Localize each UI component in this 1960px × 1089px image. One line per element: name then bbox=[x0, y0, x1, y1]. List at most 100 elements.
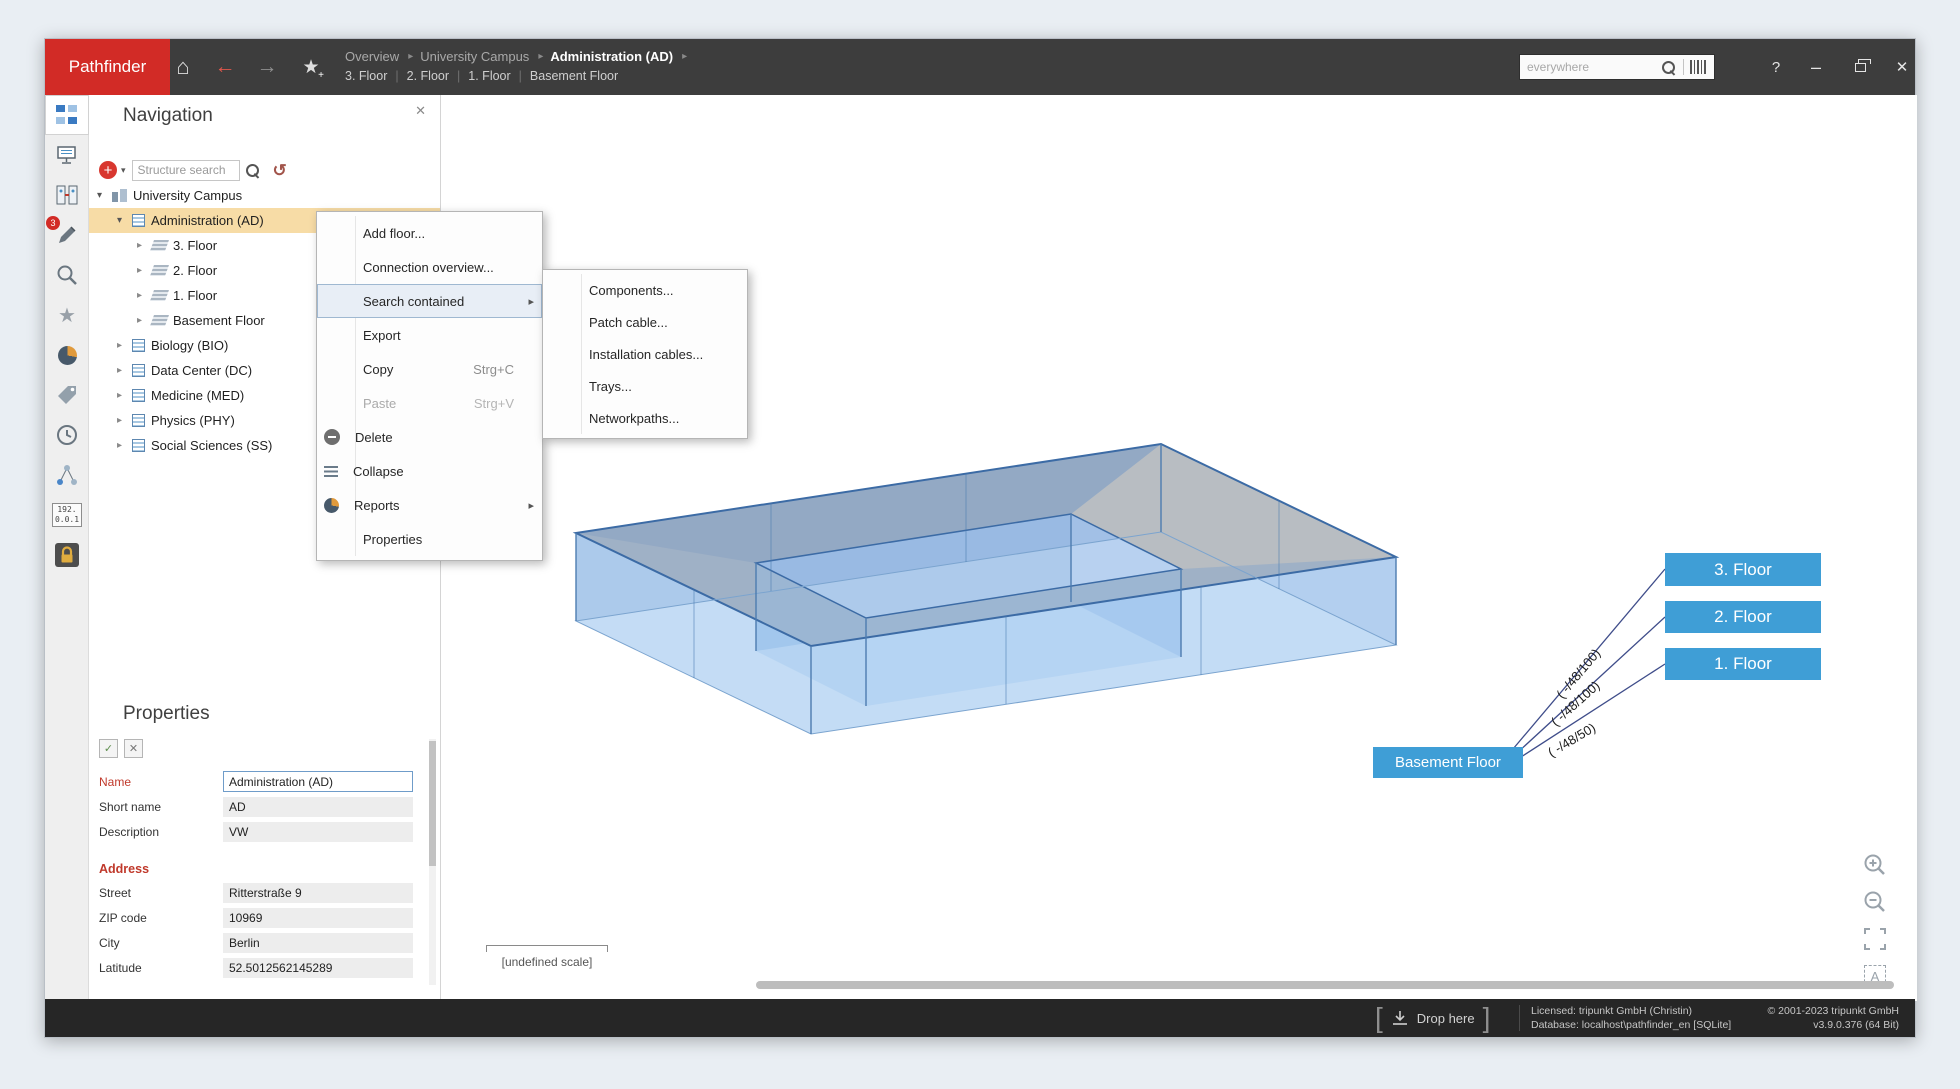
tree-item-university-campus[interactable]: ▾University Campus bbox=[89, 183, 440, 208]
version-info: © 2001-2023 tripunkt GmbH v3.9.0.376 (64… bbox=[1768, 1004, 1899, 1032]
breadcrumb-item-overview[interactable]: Overview bbox=[345, 49, 399, 64]
collapse-toggle-icon[interactable]: ▾ bbox=[117, 215, 132, 226]
header-floor-link-basement-floor[interactable]: Basement Floor bbox=[530, 69, 618, 83]
property-row-street: StreetRitterstraße 9 bbox=[89, 880, 426, 905]
toolstrip-connection-overview[interactable] bbox=[45, 175, 89, 215]
property-value[interactable]: 52.5012562145289 bbox=[223, 958, 413, 978]
apply-button[interactable]: ✓ bbox=[99, 739, 118, 758]
toolstrip-navigation[interactable] bbox=[45, 95, 89, 135]
context-menu: Add floor... Connection overview... Search… bbox=[316, 211, 543, 561]
menu-item-label: Connection overview... bbox=[363, 260, 494, 275]
toolstrip-edit-tasks[interactable]: 3 bbox=[45, 215, 89, 255]
barcode-icon[interactable] bbox=[1690, 60, 1708, 74]
drop-zone[interactable]: [ Drop here ] bbox=[1375, 999, 1490, 1037]
property-input-name[interactable] bbox=[223, 771, 413, 792]
submenu-item-components[interactable]: Components... bbox=[543, 274, 747, 306]
refresh-icon[interactable]: ↺ bbox=[273, 162, 287, 179]
canvas-horizontal-scrollbar[interactable] bbox=[756, 981, 1894, 989]
close-window-button[interactable]: ✕ bbox=[1883, 39, 1921, 95]
menu-item-collapse[interactable]: Collapse bbox=[317, 454, 542, 488]
floor-icon bbox=[150, 315, 169, 326]
floor-button-2[interactable]: 2. Floor bbox=[1665, 601, 1821, 633]
property-value[interactable]: Ritterstraße 9 bbox=[223, 883, 413, 903]
toolstrip-reports[interactable] bbox=[45, 335, 89, 375]
toolstrip-tags[interactable] bbox=[45, 375, 89, 415]
license-info: Licensed: tripunkt GmbH (Christin) Datab… bbox=[1531, 1004, 1731, 1032]
property-label: ZIP code bbox=[99, 911, 223, 925]
menu-item-search-contained[interactable]: Search contained▸ bbox=[317, 284, 542, 318]
menu-item-add-floor[interactable]: Add floor... bbox=[317, 216, 542, 250]
breadcrumb-separator-icon: ▸ bbox=[675, 51, 694, 62]
zoom-out-button[interactable] bbox=[1861, 888, 1889, 916]
properties-scrollbar[interactable] bbox=[429, 739, 436, 985]
toolstrip-ip-address[interactable]: 192.0.0.1 bbox=[45, 495, 89, 535]
toolstrip-history[interactable] bbox=[45, 415, 89, 455]
menu-item-reports[interactable]: Reports▸ bbox=[317, 488, 542, 522]
breadcrumb-item-university-campus[interactable]: University Campus bbox=[420, 49, 529, 64]
property-label: Street bbox=[99, 886, 223, 900]
add-favorite-icon[interactable]: ★ + bbox=[291, 39, 331, 95]
floor-button-basement[interactable]: Basement Floor bbox=[1373, 747, 1523, 778]
submenu-arrow-icon: ▸ bbox=[528, 295, 534, 308]
discard-button[interactable]: ✕ bbox=[124, 739, 143, 758]
menu-item-label: Trays... bbox=[589, 379, 632, 394]
property-value[interactable]: AD bbox=[223, 797, 413, 817]
expand-toggle-icon[interactable]: ▸ bbox=[117, 415, 132, 426]
app-logo[interactable]: Pathfinder bbox=[45, 39, 170, 95]
structure-search-input[interactable] bbox=[132, 160, 240, 181]
breadcrumb-item-administration-ad[interactable]: Administration (AD) bbox=[550, 49, 673, 64]
zoom-in-button[interactable] bbox=[1861, 851, 1889, 879]
collapse-toggle-icon[interactable]: ▾ bbox=[97, 190, 112, 201]
global-search-input[interactable] bbox=[1520, 60, 1662, 74]
property-value[interactable]: VW bbox=[223, 822, 413, 842]
breadcrumb-block: Overview▸University Campus▸Administratio… bbox=[345, 47, 694, 83]
submenu-item-patch-cable[interactable]: Patch cable... bbox=[543, 306, 747, 338]
add-structure-button[interactable]: + bbox=[99, 161, 117, 179]
property-value[interactable]: Berlin bbox=[223, 933, 413, 953]
floor-button-1[interactable]: 1. Floor bbox=[1665, 648, 1821, 680]
database-info: Database: localhost\pathfinder_en [SQLit… bbox=[1531, 1018, 1731, 1032]
expand-toggle-icon[interactable]: ▸ bbox=[117, 390, 132, 401]
home-icon[interactable]: ⌂ bbox=[163, 39, 203, 95]
floor-button-3[interactable]: 3. Floor bbox=[1665, 553, 1821, 586]
menu-item-connection-overview[interactable]: Connection overview... bbox=[317, 250, 542, 284]
collapse-icon bbox=[324, 466, 338, 477]
menu-item-delete[interactable]: Delete bbox=[317, 420, 542, 454]
scrollbar-thumb[interactable] bbox=[429, 741, 436, 866]
toolstrip-devices[interactable] bbox=[45, 135, 89, 175]
header-floor-link-3-floor[interactable]: 3. Floor bbox=[345, 69, 387, 83]
close-panel-icon[interactable]: ✕ bbox=[415, 103, 426, 119]
back-arrow-icon[interactable]: ← bbox=[205, 39, 245, 95]
tree-item-label: Basement Floor bbox=[173, 313, 265, 328]
fit-view-button[interactable] bbox=[1861, 925, 1889, 953]
menu-item-label: Delete bbox=[355, 430, 393, 445]
building-3d-administration[interactable] bbox=[576, 444, 1396, 734]
topology-icon bbox=[55, 463, 79, 487]
submenu-item-installation-cables[interactable]: Installation cables... bbox=[543, 338, 747, 370]
header-floor-link-2-floor[interactable]: 2. Floor bbox=[407, 69, 449, 83]
menu-item-export[interactable]: Export bbox=[317, 318, 542, 352]
help-button[interactable]: ? bbox=[1757, 39, 1795, 95]
toolstrip-favorites[interactable]: ★ bbox=[45, 295, 89, 335]
minimize-button[interactable]: – bbox=[1797, 39, 1835, 95]
submenu-item-trays[interactable]: Trays... bbox=[543, 370, 747, 402]
expand-toggle-icon[interactable]: ▸ bbox=[117, 340, 132, 351]
expand-toggle-icon[interactable]: ▸ bbox=[117, 365, 132, 376]
maximize-button[interactable] bbox=[1841, 39, 1879, 95]
search-icon[interactable] bbox=[246, 164, 259, 177]
property-value[interactable]: 10969 bbox=[223, 908, 413, 928]
menu-item-paste: PasteStrg+V bbox=[317, 386, 542, 420]
menu-item-properties[interactable]: Properties bbox=[317, 522, 542, 556]
toolstrip-security[interactable] bbox=[45, 535, 89, 575]
menu-item-copy[interactable]: CopyStrg+C bbox=[317, 352, 542, 386]
menu-item-label: Copy bbox=[363, 362, 393, 377]
submenu-item-networkpaths[interactable]: Networkpaths... bbox=[543, 402, 747, 434]
header-floor-link-1-floor[interactable]: 1. Floor bbox=[468, 69, 510, 83]
expand-toggle-icon[interactable]: ▸ bbox=[117, 440, 132, 451]
main-canvas[interactable]: 3. Floor 2. Floor 1. Floor Basement Floo… bbox=[441, 95, 1917, 1001]
add-dropdown-caret-icon[interactable]: ▾ bbox=[121, 165, 126, 176]
toolstrip-search[interactable] bbox=[45, 255, 89, 295]
search-icon[interactable] bbox=[1662, 61, 1675, 74]
toolstrip-topology[interactable] bbox=[45, 455, 89, 495]
global-search-box[interactable] bbox=[1519, 54, 1715, 80]
